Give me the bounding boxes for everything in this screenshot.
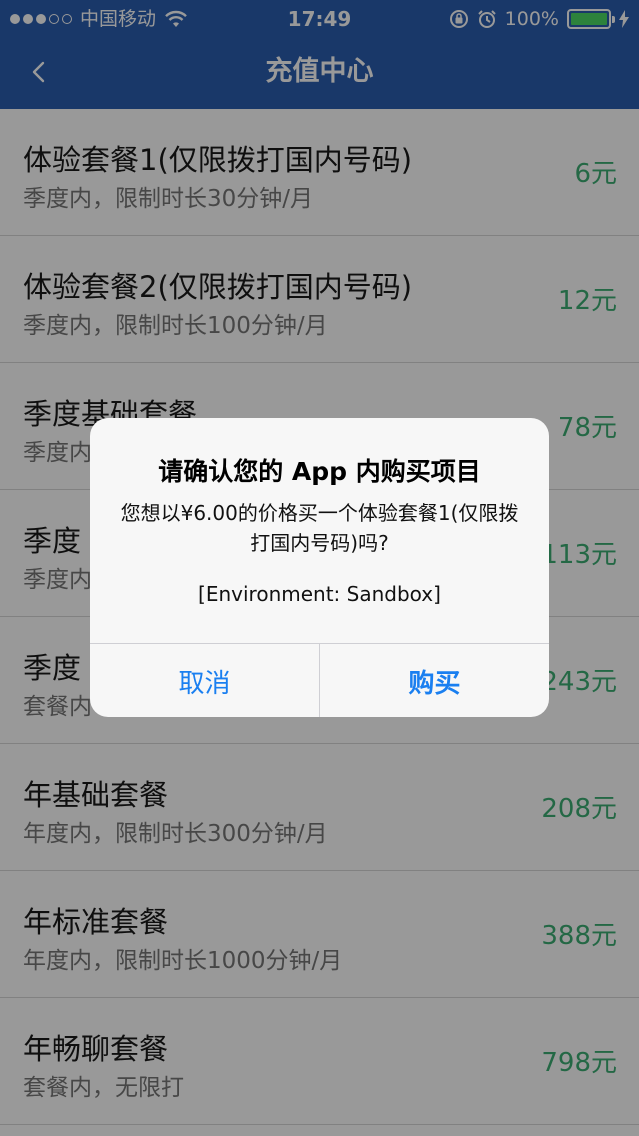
cancel-button[interactable]: 取消 (90, 644, 320, 717)
dialog-title: 请确认您的 App 内购买项目 (158, 457, 481, 486)
dialog-environment-note: [Environment: Sandbox] (198, 582, 441, 606)
dialog-button-bar: 取消 购买 (90, 643, 549, 717)
dialog-message: 您想以¥6.00的价格买一个体验套餐1(仅限拨打国内号码)吗? (120, 501, 519, 555)
buy-button[interactable]: 购买 (320, 644, 549, 717)
purchase-confirm-dialog: 请确认您的 App 内购买项目 您想以¥6.00的价格买一个体验套餐1(仅限拨打… (90, 418, 549, 717)
